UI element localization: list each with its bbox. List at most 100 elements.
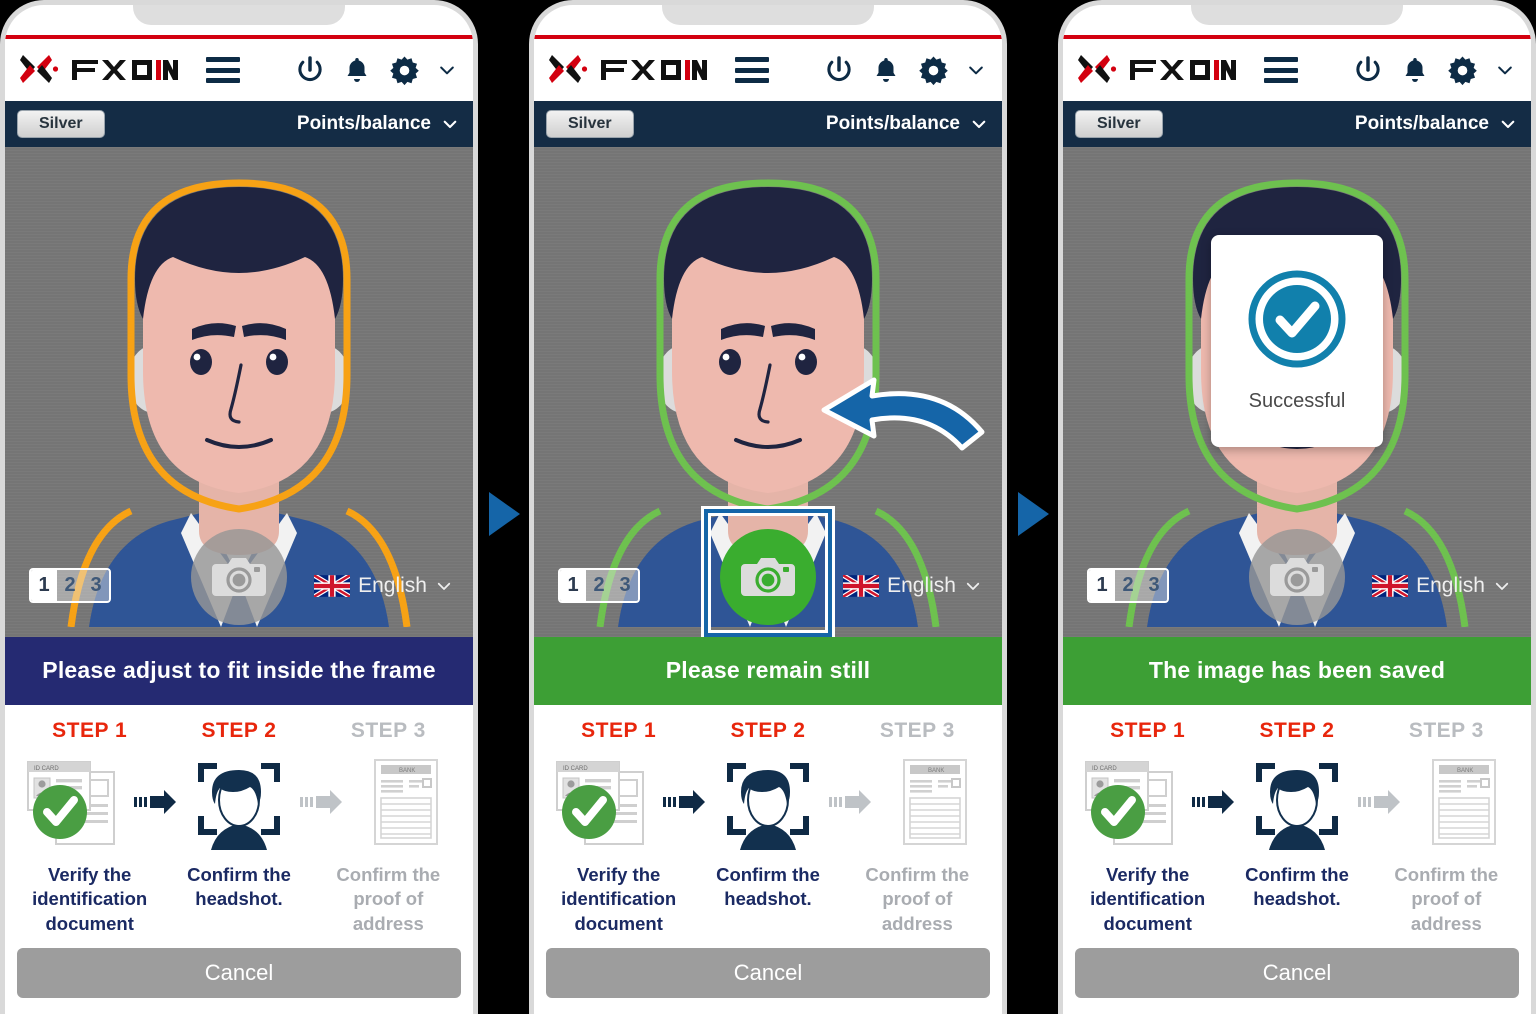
tier-badge[interactable]: Silver	[17, 110, 105, 138]
power-icon[interactable]	[1352, 54, 1384, 86]
camera-viewport[interactable]: 1 2 3 English	[534, 147, 1002, 637]
fxon-logo[interactable]	[19, 53, 178, 87]
cancel-button[interactable]: Cancel	[17, 948, 461, 998]
app-header	[1063, 39, 1531, 101]
phone-notch	[662, 5, 874, 25]
fxon-logo[interactable]	[1077, 53, 1236, 87]
camera-icon	[1270, 557, 1324, 596]
pager-page-2[interactable]: 2	[586, 569, 612, 601]
step-label-1: Verify the identification document	[1090, 863, 1206, 934]
capture-button[interactable]	[191, 528, 287, 625]
step-label-3: Confirm the proof of address	[865, 863, 970, 934]
gear-icon[interactable]	[917, 54, 950, 87]
pager-page-3[interactable]: 3	[612, 569, 638, 601]
pointer-arrow-icon	[821, 377, 985, 451]
step-pager[interactable]: 1 2 3	[558, 567, 640, 603]
language-selector[interactable]: English	[843, 574, 982, 598]
chevron-down-icon[interactable]	[437, 60, 457, 80]
hamburger-icon[interactable]	[735, 57, 769, 83]
points-balance-dropdown[interactable]: Points/balance	[297, 113, 459, 135]
chevron-down-icon[interactable]	[966, 60, 986, 80]
points-balance-dropdown[interactable]: Points/balance	[1355, 113, 1517, 135]
face-scan-icon	[182, 754, 297, 850]
phone-screen: Silver Points/balance	[534, 35, 1002, 1014]
pager-page-1[interactable]: 1	[560, 569, 586, 601]
bell-icon[interactable]	[871, 54, 901, 86]
steps-section: STEP 1 STEP 2 STEP 3 ID CARD BANK Verify…	[5, 704, 473, 940]
step-arrow-2-icon	[1354, 786, 1406, 818]
step-label-row: Verify the identification document Confi…	[544, 863, 992, 936]
gear-icon[interactable]	[388, 54, 421, 87]
pager-page-3[interactable]: 3	[1141, 569, 1167, 601]
phone-notch	[133, 5, 345, 25]
pager-page-1[interactable]: 1	[1089, 569, 1115, 601]
step-pager[interactable]: 1 2 3	[1087, 567, 1169, 603]
step-arrow-2-icon	[825, 786, 877, 818]
step-title-2: STEP 2	[201, 718, 277, 742]
step-label-2: Confirm the headshot.	[1245, 863, 1349, 910]
step-icon-row: ID CARD BANK	[1073, 749, 1521, 855]
pager-page-1[interactable]: 1	[31, 569, 57, 601]
step-label-1: Verify the identification document	[32, 863, 148, 934]
id-card-checked-icon: ID CARD	[544, 754, 659, 850]
chevron-down-icon	[1501, 120, 1515, 129]
bell-icon[interactable]	[1400, 54, 1430, 86]
fxon-logo[interactable]	[548, 53, 707, 87]
points-balance-dropdown[interactable]: Points/balance	[826, 113, 988, 135]
uk-flag-icon	[1372, 574, 1409, 597]
fxon-wordmark-icon	[601, 60, 707, 80]
bank-statement-icon: BANK	[877, 754, 992, 850]
power-icon[interactable]	[823, 54, 855, 86]
svg-text:BANK: BANK	[928, 768, 944, 774]
gear-icon[interactable]	[1446, 54, 1479, 87]
step-title-1: STEP 1	[581, 718, 657, 742]
pager-page-2[interactable]: 2	[1115, 569, 1141, 601]
capture-button[interactable]	[1249, 528, 1345, 625]
capture-button[interactable]	[720, 528, 816, 625]
face-scan-icon	[1240, 754, 1355, 850]
pager-page-2[interactable]: 2	[57, 569, 83, 601]
power-icon[interactable]	[294, 54, 326, 86]
steps-section: STEP 1 STEP 2 STEP 3 ID CARD BANK Verify…	[1063, 704, 1531, 940]
camera-viewport[interactable]: Successful 1 2 3 English	[1063, 147, 1531, 637]
step-label-2: Confirm the headshot.	[187, 863, 291, 910]
phone-notch	[1191, 5, 1403, 25]
id-card-checked-icon: ID CARD	[15, 754, 130, 850]
language-label: English	[887, 573, 956, 597]
bell-icon[interactable]	[342, 54, 372, 86]
step-title-3: STEP 3	[879, 718, 955, 742]
language-selector[interactable]: English	[314, 574, 453, 598]
success-dialog-text: Successful	[1248, 389, 1346, 412]
camera-viewport[interactable]: 1 2 3 English	[5, 147, 473, 637]
hamburger-icon[interactable]	[206, 57, 240, 83]
account-subbar: Silver Points/balance	[534, 101, 1002, 147]
status-banner: The image has been saved	[1063, 636, 1531, 705]
sequence-arrow-1-icon	[489, 492, 520, 536]
hamburger-icon[interactable]	[1264, 57, 1298, 83]
fxon-mark-icon	[20, 55, 59, 83]
svg-text:ID CARD: ID CARD	[34, 766, 59, 772]
chevron-down-icon	[437, 582, 451, 590]
tier-badge[interactable]: Silver	[546, 110, 634, 138]
step-pager[interactable]: 1 2 3	[29, 567, 111, 603]
fxon-mark-icon	[1078, 55, 1117, 83]
header-icon-group	[823, 54, 986, 87]
bank-statement-icon: BANK	[1406, 754, 1521, 850]
step-arrow-2-icon	[296, 786, 348, 818]
cancel-button[interactable]: Cancel	[546, 948, 990, 998]
step-label-1: Verify the identification document	[561, 863, 677, 934]
cancel-button[interactable]: Cancel	[1075, 948, 1519, 998]
language-selector[interactable]: English	[1372, 574, 1511, 598]
chevron-down-icon[interactable]	[1495, 60, 1515, 80]
phone-panel-still: Silver Points/balance 1 2 3 English Plea…	[529, 0, 1007, 1014]
points-balance-label: Points/balance	[296, 113, 431, 134]
camera-icon	[212, 557, 266, 596]
app-header	[5, 39, 473, 101]
language-label: English	[358, 573, 427, 597]
camera-icon	[741, 557, 795, 596]
step-label-3: Confirm the proof of address	[336, 863, 441, 934]
svg-text:ID CARD: ID CARD	[563, 766, 588, 772]
pager-page-3[interactable]: 3	[83, 569, 109, 601]
tier-badge[interactable]: Silver	[1075, 110, 1163, 138]
id-card-checked-icon: ID CARD	[1073, 754, 1188, 850]
